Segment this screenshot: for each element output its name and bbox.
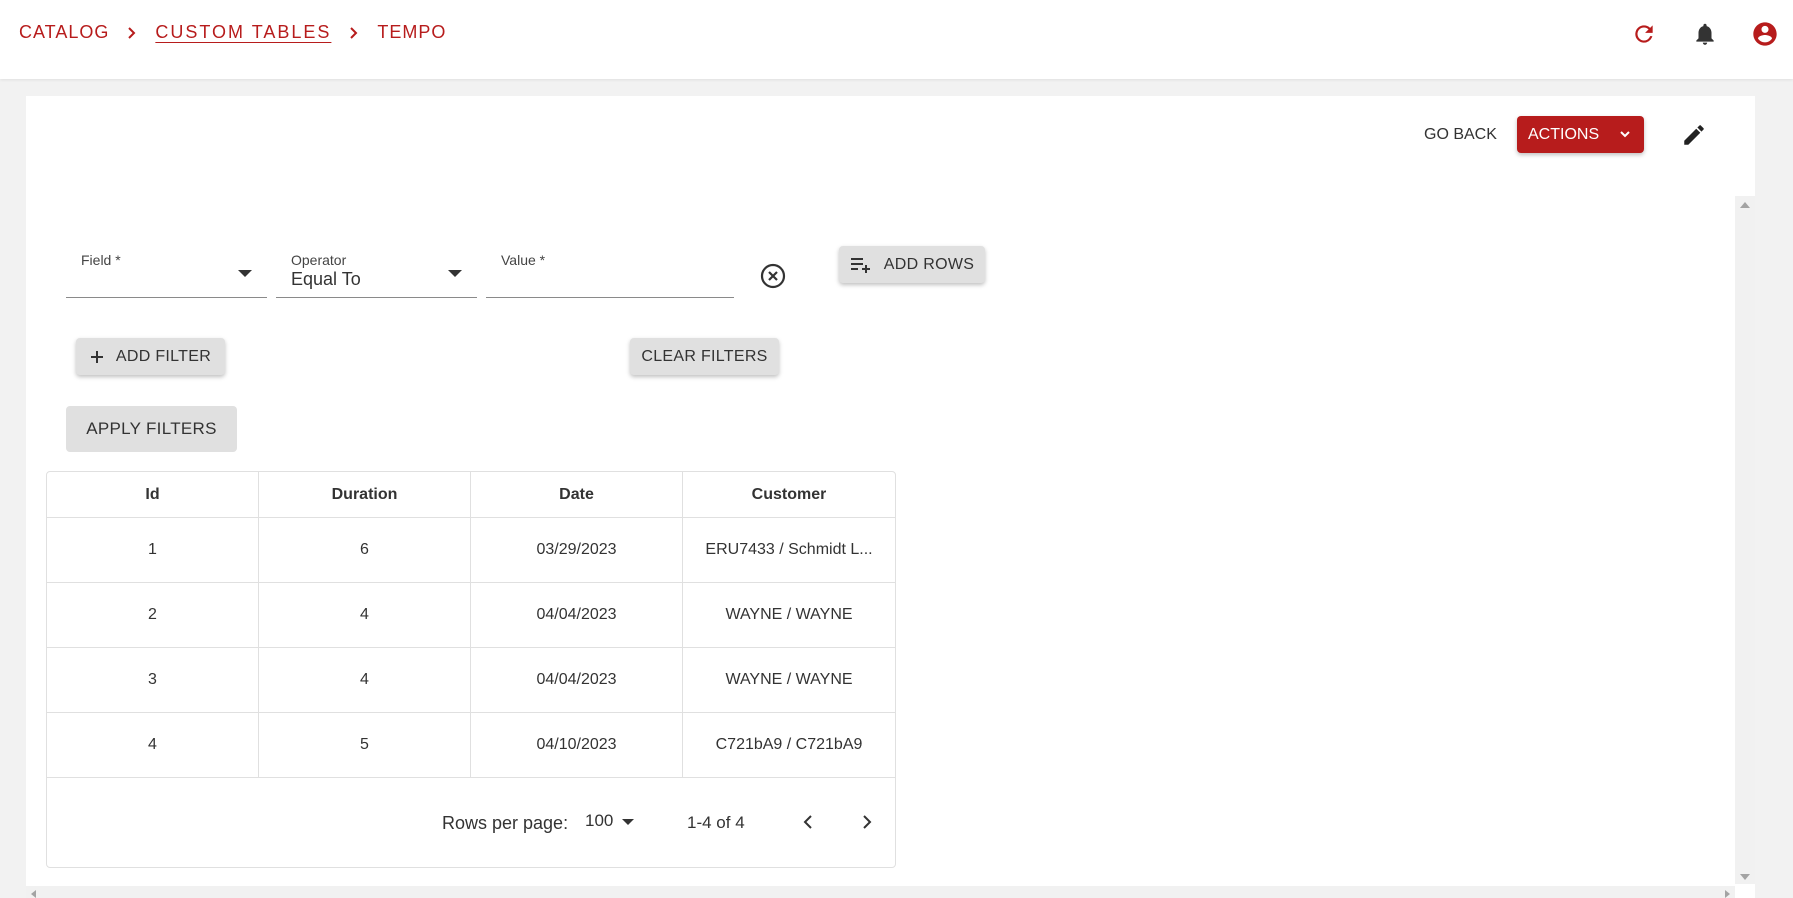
- column-header-duration[interactable]: Duration: [259, 472, 471, 517]
- table-cell: 3: [47, 648, 259, 712]
- chevron-down-icon: [1618, 127, 1632, 146]
- table-cell: 4: [259, 583, 471, 647]
- table-cell: 1: [47, 518, 259, 582]
- previous-page-icon[interactable]: [794, 808, 822, 836]
- table-header-row: Id Duration Date Customer: [47, 472, 895, 518]
- chevron-right-icon: [331, 26, 377, 40]
- apply-filters-button[interactable]: APPLY FILTERS: [66, 406, 237, 452]
- main-card: GO BACK ACTIONS Field * Operator Equal T…: [26, 96, 1755, 898]
- column-header-date[interactable]: Date: [471, 472, 683, 517]
- table-cell: WAYNE / WAYNE: [725, 671, 853, 688]
- account-circle-icon[interactable]: [1750, 19, 1780, 49]
- actions-button[interactable]: ACTIONS: [1517, 116, 1644, 153]
- table-row[interactable]: 1 6 03/29/2023 ERU7433 / Schmidt L...: [47, 518, 895, 583]
- table-cell: 04/04/2023: [471, 648, 683, 712]
- table-cell: 04/10/2023: [471, 713, 683, 777]
- field-label: Field *: [81, 252, 121, 268]
- breadcrumb-custom-tables[interactable]: CUSTOM TABLES: [155, 22, 331, 43]
- scroll-left-arrow-icon[interactable]: [31, 890, 36, 898]
- go-back-button[interactable]: GO BACK: [1424, 126, 1497, 144]
- column-header-id[interactable]: Id: [47, 472, 259, 517]
- horizontal-scrollbar[interactable]: [26, 886, 1735, 898]
- scroll-down-arrow-icon[interactable]: [1740, 874, 1750, 880]
- caret-down-icon: [238, 270, 252, 277]
- value-input[interactable]: Value *: [486, 248, 734, 298]
- table-cell: C721bA9 / C721bA9: [715, 736, 863, 753]
- rows-per-page-label: Rows per page:: [442, 813, 569, 833]
- table-cell: ERU7433 / Schmidt L...: [705, 541, 873, 558]
- caret-down-icon[interactable]: [622, 819, 634, 825]
- clear-filters-button[interactable]: CLEAR FILTERS: [630, 338, 779, 375]
- breadcrumb: CATALOG CUSTOM TABLES TEMPO: [19, 22, 446, 43]
- scroll-right-arrow-icon[interactable]: [1725, 890, 1730, 898]
- table-cell: 5: [259, 713, 471, 777]
- clear-filters-label: CLEAR FILTERS: [641, 347, 768, 365]
- plus-icon: [90, 350, 104, 364]
- operator-select[interactable]: Operator Equal To: [276, 248, 477, 298]
- pencil-icon[interactable]: [1680, 121, 1708, 149]
- next-page-icon[interactable]: [853, 808, 881, 836]
- data-table: Id Duration Date Customer 1 6 03/29/2023…: [46, 471, 896, 868]
- caret-down-icon: [448, 270, 462, 277]
- breadcrumb-catalog[interactable]: CATALOG: [19, 22, 109, 43]
- column-header-customer[interactable]: Customer: [683, 472, 895, 517]
- add-rows-label: ADD ROWS: [883, 255, 975, 273]
- table-pagination: Rows per page: 100 1-4 of 4: [47, 778, 895, 867]
- operator-value: Equal To: [291, 269, 361, 289]
- chevron-right-icon: [109, 26, 155, 40]
- value-label: Value *: [501, 252, 546, 268]
- add-filter-label: ADD FILTER: [115, 347, 212, 365]
- add-filter-button[interactable]: ADD FILTER: [76, 338, 225, 375]
- table-cell: 04/04/2023: [471, 583, 683, 647]
- playlist-add-icon: [850, 256, 872, 274]
- table-cell: WAYNE / WAYNE: [725, 606, 853, 623]
- table-cell: 6: [259, 518, 471, 582]
- apply-filters-label: APPLY FILTERS: [86, 419, 217, 438]
- refresh-icon[interactable]: [1629, 19, 1659, 49]
- field-select[interactable]: Field *: [66, 248, 267, 298]
- breadcrumb-tempo: TEMPO: [377, 22, 447, 42]
- table-row[interactable]: 4 5 04/10/2023 C721bA9 / C721bA9: [47, 713, 895, 778]
- table-cell: 4: [259, 648, 471, 712]
- rows-per-page-select[interactable]: 100: [585, 811, 613, 831]
- add-rows-button[interactable]: ADD ROWS: [839, 246, 985, 283]
- vertical-scrollbar[interactable]: [1735, 196, 1755, 884]
- table-cell: 4: [47, 713, 259, 777]
- bell-icon[interactable]: [1690, 19, 1720, 49]
- scroll-up-arrow-icon[interactable]: [1740, 202, 1750, 208]
- table-cell: 2: [47, 583, 259, 647]
- top-app-bar: CATALOG CUSTOM TABLES TEMPO: [0, 0, 1793, 79]
- operator-label: Operator: [291, 252, 347, 268]
- table-cell: 03/29/2023: [471, 518, 683, 582]
- actions-button-label: ACTIONS: [1528, 125, 1600, 143]
- table-row[interactable]: 2 4 04/04/2023 WAYNE / WAYNE: [47, 583, 895, 648]
- table-row[interactable]: 3 4 04/04/2023 WAYNE / WAYNE: [47, 648, 895, 713]
- circle-x-icon[interactable]: [759, 262, 787, 290]
- pagination-range: 1-4 of 4: [687, 813, 745, 832]
